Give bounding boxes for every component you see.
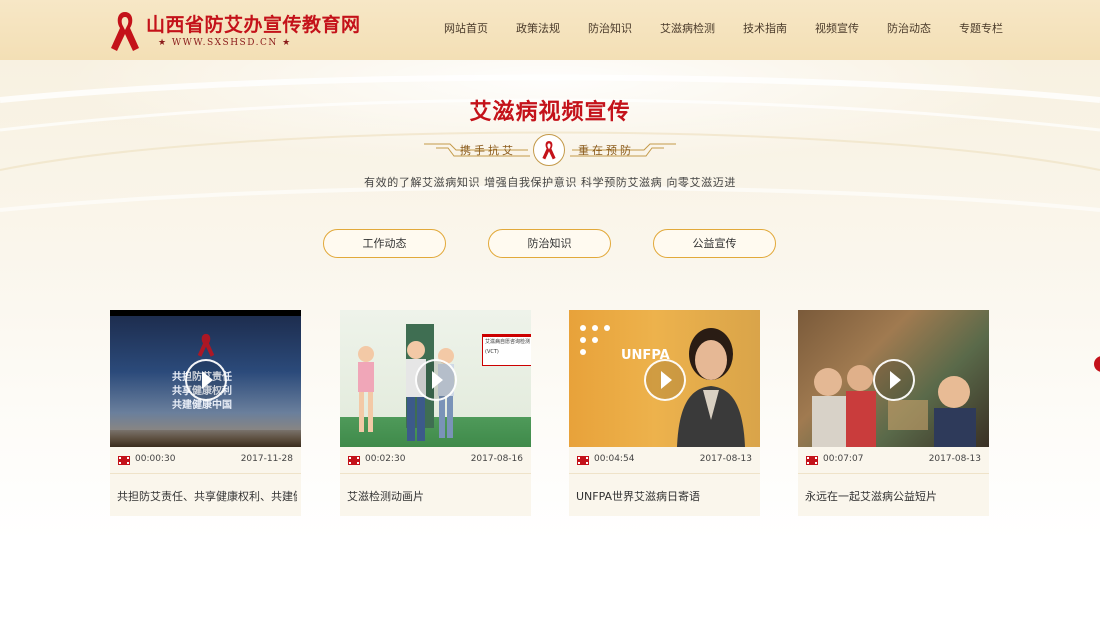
divider-right-text: 重在预防 (578, 144, 634, 157)
site-header: 山西省防艾办宣传教育网 ★ WWW.SXSHSD.CN ★ 网站首页 政策法规 … (0, 0, 1100, 60)
nav-item-knowledge[interactable]: 防治知识 (574, 0, 646, 60)
section-tagline: 有效的了解艾滋病知识 增强自我保护意识 科学预防艾滋病 向零艾滋迈进 (364, 176, 736, 189)
video-title[interactable]: 艾滋检测动画片 (347, 488, 527, 504)
video-date: 2017-11-28 (240, 454, 293, 464)
category-tabs: 工作动态 防治知识 公益宣传 (323, 229, 783, 259)
video-card[interactable]: UNFPA 00:04:54 2017-08-13 UNFPA世界艾滋病日寄语 (569, 310, 760, 516)
video-date: 2017-08-13 (928, 454, 981, 464)
site-title: 山西省防艾办宣传教育网 (146, 14, 361, 36)
video-meta: 00:02:30 2017-08-16 (340, 447, 531, 473)
film-icon (806, 456, 818, 465)
nav-item-policy[interactable]: 政策法规 (502, 0, 574, 60)
video-date: 2017-08-13 (699, 454, 752, 464)
video-meta: 00:00:30 2017-11-28 (110, 447, 301, 473)
video-thumbnail[interactable]: UNFPA (569, 310, 760, 447)
video-card[interactable]: 艾滋病自愿咨询检测 (VCT) 00:02:30 2017-08-16 艾滋检测… (340, 310, 531, 516)
play-icon[interactable] (644, 359, 686, 401)
nav-item-testing[interactable]: 艾滋病检测 (646, 0, 729, 60)
video-duration: 00:04:54 (594, 454, 635, 464)
dots-pattern (580, 325, 610, 355)
main-nav: 网站首页 政策法规 防治知识 艾滋病检测 技术指南 视频宣传 防治动态 专题专栏 (430, 0, 1017, 60)
vct-sign-code: (VCT) (485, 349, 499, 355)
video-title[interactable]: 永远在一起艾滋病公益短片 (805, 488, 985, 504)
video-duration: 00:02:30 (365, 454, 406, 464)
video-card[interactable]: 共担防艾责任 共享健康权利 共建健康中国 00:00:30 2017-11-28… (110, 310, 301, 516)
nav-item-news[interactable]: 防治动态 (873, 0, 945, 60)
sign-stripe (483, 335, 531, 337)
red-ribbon-icon (542, 141, 556, 160)
meta-divider (798, 473, 989, 474)
vct-sign: 艾滋病自愿咨询检测 (VCT) (482, 334, 531, 366)
red-ribbon-icon (197, 333, 215, 357)
film-icon (348, 456, 360, 465)
tab-prevention-knowledge[interactable]: 防治知识 (488, 229, 611, 258)
meta-divider (569, 473, 760, 474)
video-thumbnail[interactable]: 共担防艾责任 共享健康权利 共建健康中国 (110, 310, 301, 447)
red-ribbon-icon (111, 12, 139, 51)
video-title[interactable]: UNFPA世界艾滋病日寄语 (576, 488, 756, 504)
play-icon[interactable] (185, 359, 227, 401)
city-silhouette (110, 430, 301, 447)
play-icon[interactable] (415, 359, 457, 401)
video-duration: 00:07:07 (823, 454, 864, 464)
video-date: 2017-08-16 (470, 454, 523, 464)
play-icon[interactable] (873, 359, 915, 401)
section-divider: 携手抗艾 重在预防 (420, 134, 680, 168)
meta-divider (110, 473, 301, 474)
nav-item-video[interactable]: 视频宣传 (801, 0, 873, 60)
video-duration: 00:00:30 (135, 454, 176, 464)
nav-item-guide[interactable]: 技术指南 (729, 0, 801, 60)
video-card[interactable]: 00:07:07 2017-08-13 永远在一起艾滋病公益短片 (798, 310, 989, 516)
video-meta: 00:07:07 2017-08-13 (798, 447, 989, 473)
film-icon (577, 456, 589, 465)
site-logo[interactable]: 山西省防艾办宣传教育网 ★ WWW.SXSHSD.CN ★ (108, 8, 368, 54)
divider-emblem (533, 134, 565, 166)
video-title[interactable]: 共担防艾责任、共享健康权利、共建健康中国 (117, 488, 297, 504)
meta-divider (340, 473, 531, 474)
tab-work-news[interactable]: 工作动态 (323, 229, 446, 258)
vct-sign-title: 艾滋病自愿咨询检测 (485, 339, 531, 345)
video-thumbnail[interactable]: 艾滋病自愿咨询检测 (VCT) (340, 310, 531, 447)
video-meta: 00:04:54 2017-08-13 (569, 447, 760, 473)
nav-item-home[interactable]: 网站首页 (430, 0, 502, 60)
site-url: ★ WWW.SXSHSD.CN ★ (158, 38, 292, 48)
divider-left-text: 携手抗艾 (460, 144, 516, 157)
tab-public-welfare[interactable]: 公益宣传 (653, 229, 776, 258)
section-title: 艾滋病视频宣传 (469, 100, 631, 125)
nav-item-special[interactable]: 专题专栏 (945, 0, 1017, 60)
letterbox-bar (110, 310, 301, 316)
video-list: 共担防艾责任 共享健康权利 共建健康中国 00:00:30 2017-11-28… (110, 310, 990, 516)
video-thumbnail[interactable] (798, 310, 989, 447)
film-icon (118, 456, 130, 465)
